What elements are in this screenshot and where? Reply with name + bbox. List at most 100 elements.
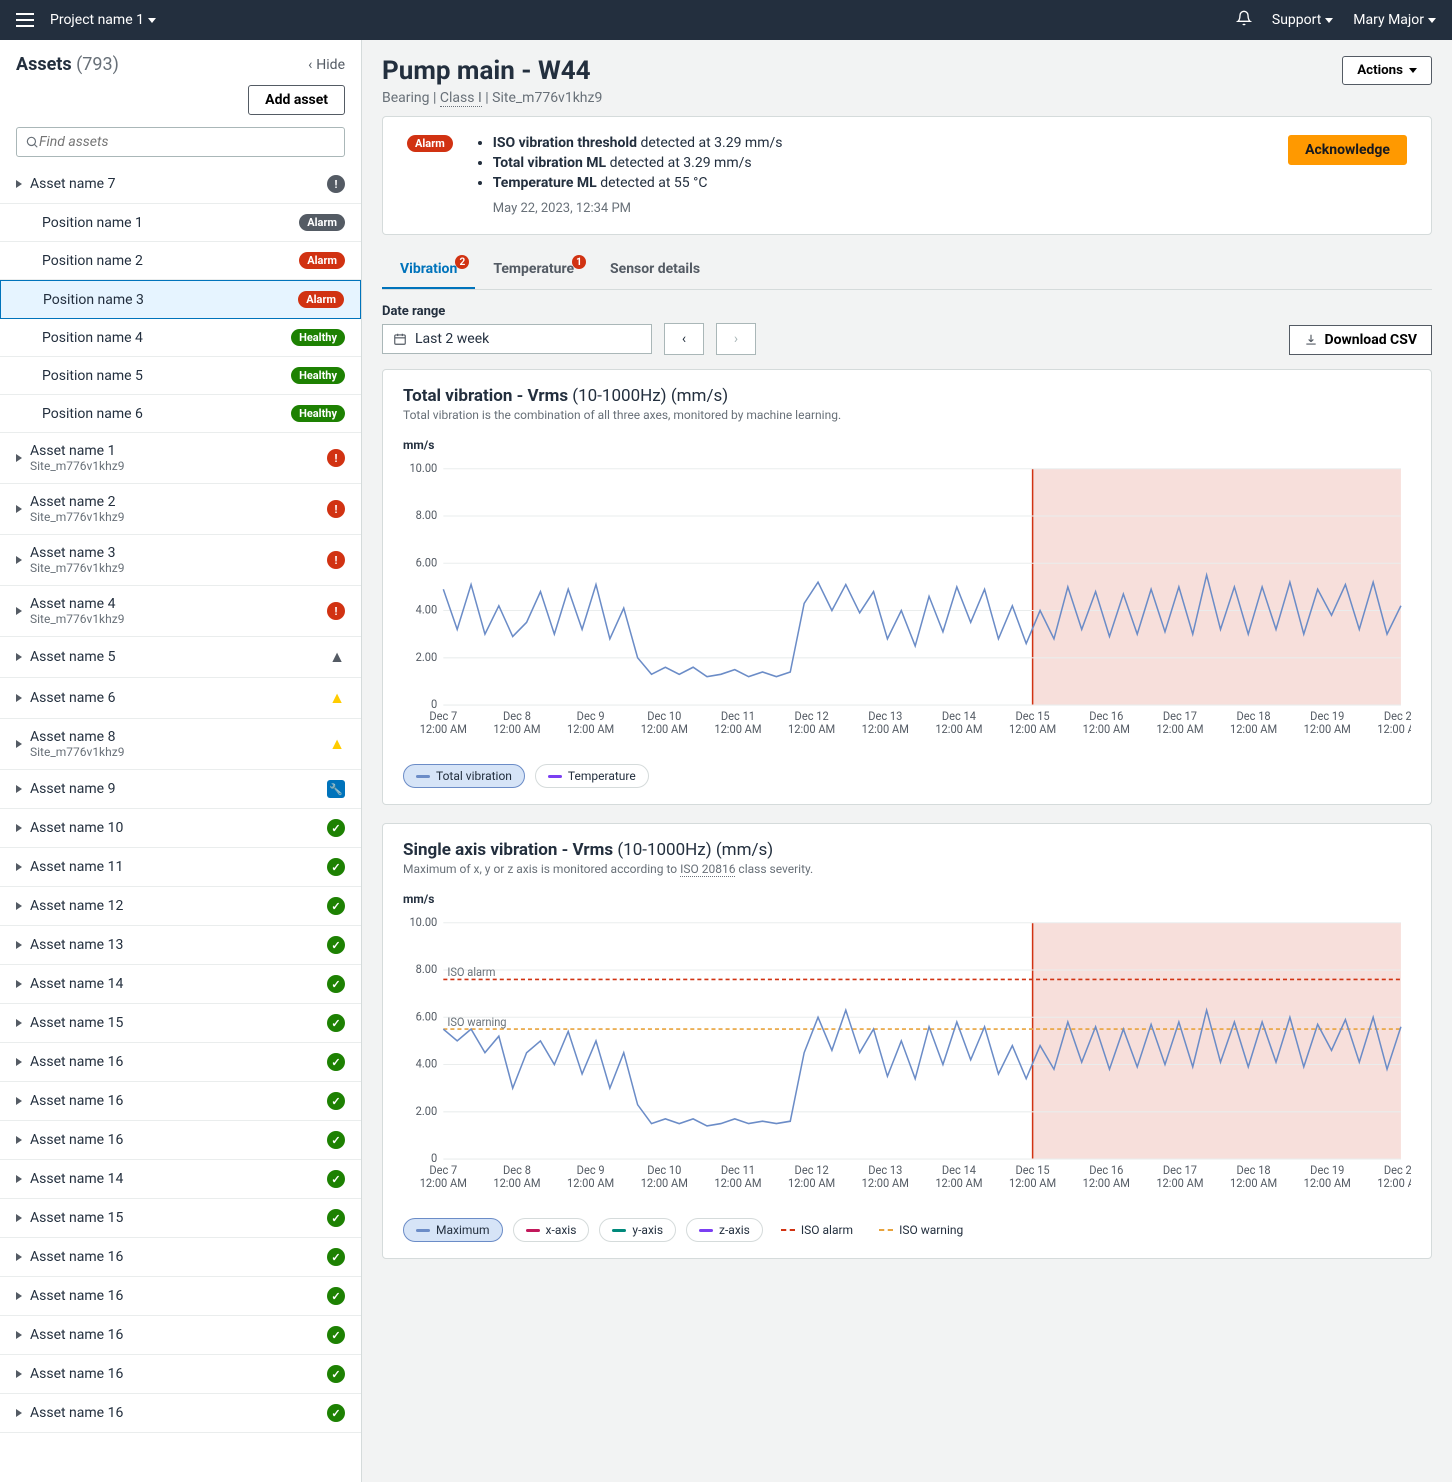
tree-item-asset[interactable]: Asset name 14✓ [0, 1160, 361, 1199]
alert-icon: ! [327, 602, 345, 620]
next-button[interactable]: › [716, 323, 756, 355]
expand-icon [16, 1175, 22, 1183]
svg-text:12:00 AM: 12:00 AM [1009, 722, 1056, 736]
tree-item-asset[interactable]: Asset name 16✓ [0, 1238, 361, 1277]
expand-icon [16, 607, 22, 615]
tab-vibration[interactable]: Vibration2 [382, 251, 475, 289]
check-icon: ✓ [327, 975, 345, 993]
main: Pump main - W44 Bearing | Class I | Site… [362, 40, 1452, 1482]
notifications-icon[interactable] [1236, 10, 1252, 30]
svg-text:12:00 AM: 12:00 AM [935, 722, 982, 736]
support-menu[interactable]: Support [1272, 12, 1333, 28]
legend-x-axis[interactable]: x-axis [513, 1218, 590, 1242]
legend-temperature[interactable]: Temperature [535, 764, 649, 788]
svg-text:12:00 AM: 12:00 AM [714, 722, 761, 736]
tree-item-asset[interactable]: Asset name 15✓ [0, 1199, 361, 1238]
svg-text:10.00: 10.00 [409, 461, 437, 475]
svg-text:8.00: 8.00 [416, 508, 438, 522]
tree-item-asset[interactable]: Asset name 16✓ [0, 1277, 361, 1316]
legend-z-axis[interactable]: z-axis [686, 1218, 763, 1242]
tree-item-asset[interactable]: Asset name 8Site_m776v1khz9▲ [0, 719, 361, 770]
svg-text:12:00 AM: 12:00 AM [714, 1176, 761, 1190]
search-icon [25, 135, 39, 149]
expand-icon [16, 863, 22, 871]
tree-item-asset[interactable]: Asset name 4Site_m776v1khz9! [0, 586, 361, 637]
expand-icon [16, 1058, 22, 1066]
tree-item-position[interactable]: Position name 3Alarm [0, 280, 361, 319]
svg-text:12:00 AM: 12:00 AM [1156, 1176, 1203, 1190]
tree-item-asset[interactable]: Asset name 16✓ [0, 1082, 361, 1121]
tree-item-asset[interactable]: Asset name 12✓ [0, 887, 361, 926]
check-icon: ✓ [327, 1170, 345, 1188]
svg-text:12:00 AM: 12:00 AM [788, 1176, 835, 1190]
svg-text:12:00 AM: 12:00 AM [935, 1176, 982, 1190]
add-asset-button[interactable]: Add asset [248, 85, 345, 115]
svg-text:4.00: 4.00 [416, 1056, 438, 1070]
svg-text:12:00 AM: 12:00 AM [1009, 1176, 1056, 1190]
tree-item-asset[interactable]: Asset name 6▲ [0, 678, 361, 719]
svg-text:12:00 AM: 12:00 AM [862, 722, 909, 736]
caret-down-icon [1409, 68, 1417, 73]
tree-item-asset[interactable]: Asset name 16✓ [0, 1043, 361, 1082]
acknowledge-button[interactable]: Acknowledge [1288, 135, 1407, 165]
svg-text:ISO warning: ISO warning [447, 1015, 506, 1029]
hide-sidebar-button[interactable]: ‹ Hide [308, 57, 345, 73]
chevron-left-icon: ‹ [308, 57, 312, 73]
tree-item-asset[interactable]: Asset name 1Site_m776v1khz9! [0, 433, 361, 484]
tree-item-position[interactable]: Position name 1Alarm [0, 204, 361, 242]
expand-icon [16, 653, 22, 661]
actions-button[interactable]: Actions [1342, 56, 1432, 85]
tab-temperature[interactable]: Temperature1 [475, 251, 592, 289]
expand-icon [16, 740, 22, 748]
svg-text:12:00 AM: 12:00 AM [1377, 722, 1411, 736]
tree-item-asset[interactable]: Asset name 13✓ [0, 926, 361, 965]
tree-item-asset[interactable]: Asset name 16✓ [0, 1121, 361, 1160]
warning-icon: ▲ [329, 734, 345, 754]
check-icon: ✓ [327, 1092, 345, 1110]
expand-icon [16, 1214, 22, 1222]
tree-item-asset[interactable]: Asset name 16✓ [0, 1394, 361, 1433]
tab-sensor-details[interactable]: Sensor details [592, 251, 718, 289]
tree-item-asset[interactable]: Asset name 14✓ [0, 965, 361, 1004]
tree-item-position[interactable]: Position name 6Healthy [0, 395, 361, 433]
legend-iso-alarm: ISO alarm [773, 1218, 861, 1242]
alert-timestamp: May 22, 2023, 12:34 PM [493, 201, 1272, 216]
alert-item: Total vibration ML detected at 3.29 mm/s [493, 155, 1272, 171]
check-icon: ✓ [327, 1131, 345, 1149]
legend-y-axis[interactable]: y-axis [599, 1218, 676, 1242]
menu-icon[interactable] [16, 13, 34, 27]
legend-total-vibration[interactable]: Total vibration [403, 764, 525, 788]
search-input[interactable] [16, 127, 345, 157]
svg-text:12:00 AM: 12:00 AM [493, 1176, 540, 1190]
prev-button[interactable]: ‹ [664, 323, 704, 355]
svg-text:12:00 AM: 12:00 AM [1156, 722, 1203, 736]
tree-item-position[interactable]: Position name 5Healthy [0, 357, 361, 395]
tree-item-asset[interactable]: Asset name 5▲ [0, 637, 361, 678]
tree-item-asset[interactable]: Asset name 9🔧 [0, 770, 361, 809]
tree-item-asset[interactable]: Asset name 10✓ [0, 809, 361, 848]
tree-item-asset[interactable]: Asset name 16✓ [0, 1316, 361, 1355]
expand-icon [16, 785, 22, 793]
legend-maximum[interactable]: Maximum [403, 1218, 503, 1242]
warning-icon: ▲ [329, 647, 345, 667]
expand-icon [16, 505, 22, 513]
tree-item-position[interactable]: Position name 2Alarm [0, 242, 361, 280]
expand-icon [16, 454, 22, 462]
svg-text:12:00 AM: 12:00 AM [1230, 722, 1277, 736]
date-range-select[interactable]: Last 2 week [382, 324, 652, 354]
tree-item-asset7[interactable]: Asset name 7 ! [0, 165, 361, 204]
tree-item-position[interactable]: Position name 4Healthy [0, 319, 361, 357]
tree-item-asset[interactable]: Asset name 16✓ [0, 1355, 361, 1394]
download-csv-button[interactable]: Download CSV [1289, 325, 1432, 355]
user-menu[interactable]: Mary Major [1353, 12, 1436, 28]
sidebar-title: Assets (793) [16, 54, 119, 75]
tree-item-asset[interactable]: Asset name 11✓ [0, 848, 361, 887]
warning-icon: ▲ [329, 688, 345, 708]
svg-text:12:00 AM: 12:00 AM [1230, 1176, 1277, 1190]
project-selector[interactable]: Project name 1 [50, 12, 156, 28]
expand-icon [16, 694, 22, 702]
tree-item-asset[interactable]: Asset name 3Site_m776v1khz9! [0, 535, 361, 586]
chevron-right-icon: › [734, 331, 738, 347]
tree-item-asset[interactable]: Asset name 15✓ [0, 1004, 361, 1043]
tree-item-asset[interactable]: Asset name 2Site_m776v1khz9! [0, 484, 361, 535]
